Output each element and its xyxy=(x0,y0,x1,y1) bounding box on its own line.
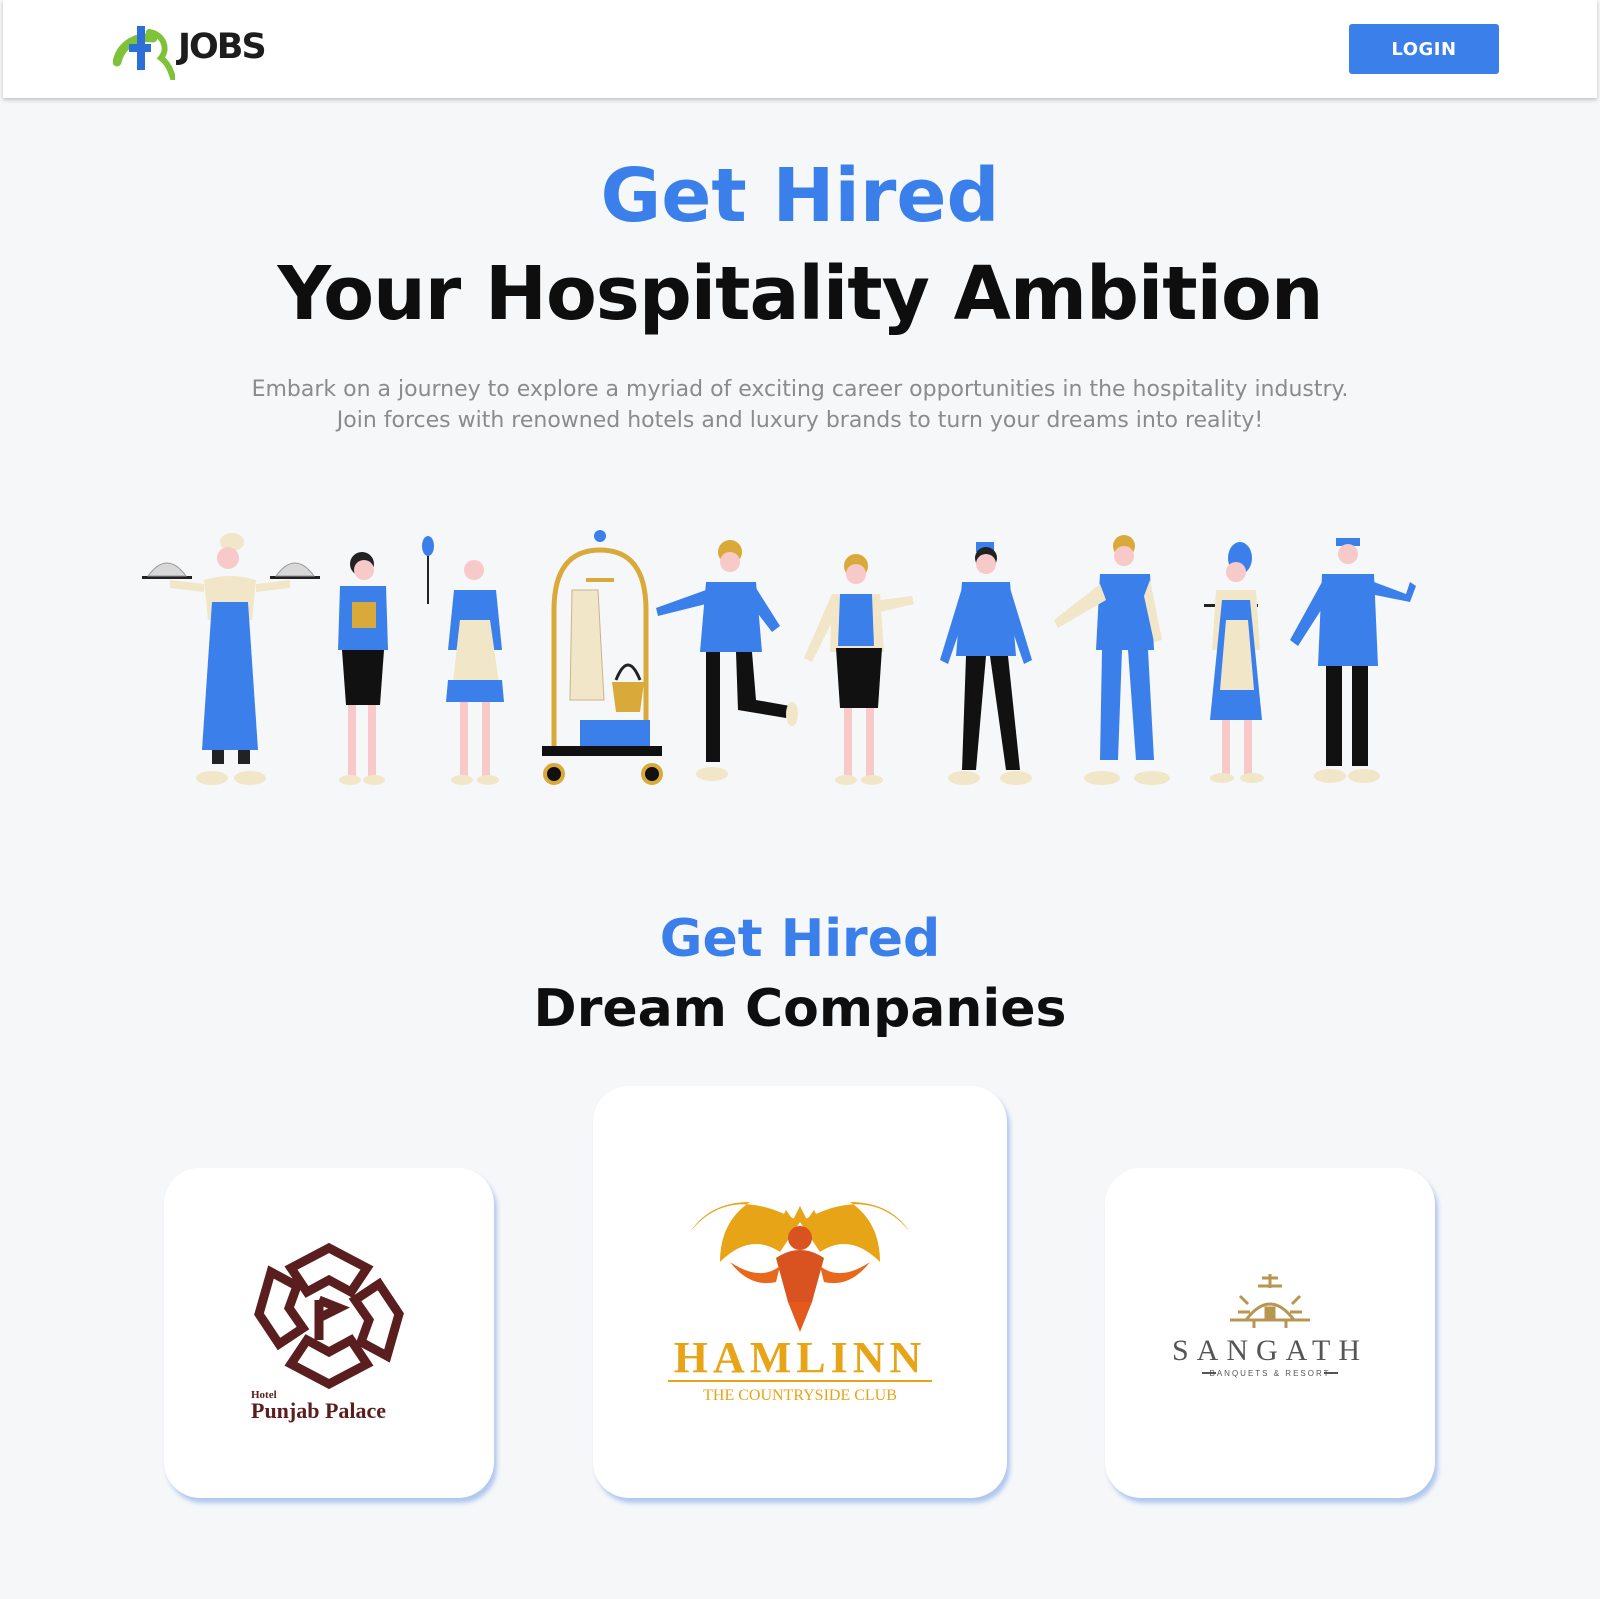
hamlinn-logo: HAMLINN THE COUNTRYSIDE CLUB xyxy=(668,1202,932,1404)
sangath-emblem-icon xyxy=(1230,1274,1310,1328)
navbar: JOBS LOGIN xyxy=(3,0,1597,98)
luggage-cart xyxy=(542,530,663,785)
punjab-palace-emblem-icon xyxy=(254,1242,404,1390)
phoenix-emblem-icon xyxy=(690,1202,910,1332)
sangath-name: SANGATH xyxy=(1172,1334,1368,1367)
hero-description-line-1: Embark on a journey to explore a myriad … xyxy=(251,377,1349,402)
logo[interactable]: JOBS xyxy=(113,18,267,80)
company-card-sangath[interactable]: SANGATH BANQUETS & RESORT xyxy=(1105,1168,1435,1498)
hero-title-accent: Get Hired xyxy=(600,153,1000,239)
punjab-palace-name: Punjab Palace xyxy=(251,1398,386,1423)
manager-figure xyxy=(1054,535,1170,785)
companies-title-accent: Get Hired xyxy=(659,909,941,969)
front-desk-figure xyxy=(804,554,914,785)
waitress-figure xyxy=(1204,542,1264,783)
company-card-hamlinn[interactable]: HAMLINN THE COUNTRYSIDE CLUB xyxy=(593,1086,1007,1498)
bellboy-figure xyxy=(656,540,798,781)
sangath-tagline: BANQUETS & RESORT xyxy=(1210,1369,1331,1378)
hospitality-staff-illustration xyxy=(142,530,1416,785)
companies-title-main: Dream Companies xyxy=(533,979,1067,1039)
receptionist-figure xyxy=(338,552,388,785)
punjab-palace-logo: Hotel Punjab Palace xyxy=(251,1242,404,1423)
login-button[interactable]: LOGIN xyxy=(1349,24,1499,74)
company-card-punjab-palace[interactable]: Hotel Punjab Palace xyxy=(164,1168,494,1498)
hero-title-main: Your Hospitality Ambition xyxy=(277,251,1323,337)
chef-figure xyxy=(142,533,320,785)
logo-text: JOBS xyxy=(178,27,267,67)
hamlinn-tagline: THE COUNTRYSIDE CLUB xyxy=(703,1387,897,1404)
hero-description: Embark on a journey to explore a myriad … xyxy=(100,374,1500,436)
sangath-logo: SANGATH BANQUETS & RESORT xyxy=(1172,1274,1368,1378)
hero-description-line-2: Join forces with renowned hotels and lux… xyxy=(336,408,1264,433)
doorman-figure xyxy=(940,542,1032,785)
hamlinn-name: HAMLINN xyxy=(674,1333,927,1382)
jobs-logo-icon xyxy=(113,26,175,80)
concierge-figure xyxy=(1290,538,1416,783)
maid-figure xyxy=(422,536,504,785)
